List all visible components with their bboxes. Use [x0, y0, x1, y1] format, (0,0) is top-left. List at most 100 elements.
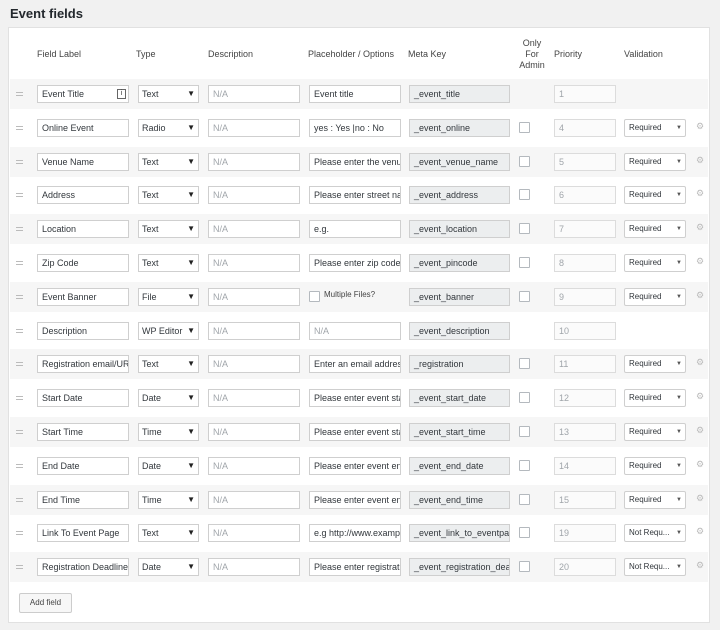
type-select[interactable]: Time ▼: [138, 491, 199, 509]
priority-input[interactable]: 11: [554, 355, 616, 373]
field-label-input[interactable]: Location: [37, 220, 129, 238]
validation-select[interactable]: Not Requ... ▼: [624, 524, 686, 542]
priority-input[interactable]: 8: [554, 254, 616, 272]
priority-input[interactable]: 19: [554, 524, 616, 542]
type-select[interactable]: Text ▼: [138, 524, 199, 542]
type-select[interactable]: Text ▼: [138, 220, 199, 238]
edit-icon[interactable]: i: [117, 89, 126, 99]
description-input[interactable]: N/A: [208, 153, 300, 171]
priority-input[interactable]: 13: [554, 423, 616, 441]
gear-icon[interactable]: ⚙: [696, 357, 704, 368]
priority-input[interactable]: 1: [554, 85, 616, 103]
placeholder-input[interactable]: Please enter registratic: [309, 558, 401, 576]
drag-handle-icon[interactable]: [16, 531, 23, 535]
description-input[interactable]: N/A: [208, 254, 300, 272]
type-select[interactable]: Time ▼: [138, 423, 199, 441]
gear-icon[interactable]: ⚙: [696, 391, 704, 402]
field-label-input[interactable]: End Time: [37, 491, 129, 509]
type-select[interactable]: Date ▼: [138, 389, 199, 407]
placeholder-input[interactable]: Please enter street nan: [309, 186, 401, 204]
placeholder-input[interactable]: e.g http://www.exampl: [309, 524, 401, 542]
drag-handle-icon[interactable]: [16, 261, 23, 265]
placeholder-input[interactable]: yes : Yes |no : No: [309, 119, 401, 137]
field-label-input[interactable]: Venue Name: [37, 153, 129, 171]
field-label-input[interactable]: Registration email/URL: [37, 355, 129, 373]
type-select[interactable]: File ▼: [138, 288, 199, 306]
gear-icon[interactable]: ⚙: [696, 459, 704, 470]
type-select[interactable]: Text ▼: [138, 186, 199, 204]
field-label-input[interactable]: End Date: [37, 457, 129, 475]
description-input[interactable]: N/A: [208, 220, 300, 238]
field-label-input[interactable]: Registration Deadline: [37, 558, 129, 576]
only-for-admin-checkbox[interactable]: [519, 392, 530, 403]
only-for-admin-checkbox[interactable]: [519, 358, 530, 369]
only-for-admin-checkbox[interactable]: [519, 189, 530, 200]
placeholder-input[interactable]: Please enter the venue: [309, 153, 401, 171]
field-label-input[interactable]: Online Event: [37, 119, 129, 137]
only-for-admin-checkbox[interactable]: [519, 527, 530, 538]
field-label-input[interactable]: Zip Code: [37, 254, 129, 272]
type-select[interactable]: Text ▼: [138, 85, 199, 103]
type-select[interactable]: Radio ▼: [138, 119, 199, 137]
description-input[interactable]: N/A: [208, 186, 300, 204]
validation-select[interactable]: Required ▼: [624, 254, 686, 272]
placeholder-input[interactable]: Event title: [309, 85, 401, 103]
validation-select[interactable]: Required ▼: [624, 457, 686, 475]
validation-select[interactable]: Not Requ... ▼: [624, 558, 686, 576]
type-select[interactable]: Date ▼: [138, 558, 199, 576]
drag-handle-icon[interactable]: [16, 126, 23, 130]
placeholder-input[interactable]: Please enter event end: [309, 457, 401, 475]
description-input[interactable]: N/A: [208, 524, 300, 542]
validation-select[interactable]: Required ▼: [624, 423, 686, 441]
placeholder-input[interactable]: e.g.: [309, 220, 401, 238]
validation-select[interactable]: Required ▼: [624, 119, 686, 137]
description-input[interactable]: N/A: [208, 288, 300, 306]
placeholder-input[interactable]: Please enter zip code (: [309, 254, 401, 272]
field-label-input[interactable]: Start Date: [37, 389, 129, 407]
drag-handle-icon[interactable]: [16, 193, 23, 197]
only-for-admin-checkbox[interactable]: [519, 122, 530, 133]
only-for-admin-checkbox[interactable]: [519, 460, 530, 471]
description-input[interactable]: N/A: [208, 119, 300, 137]
gear-icon[interactable]: ⚙: [696, 560, 704, 571]
priority-input[interactable]: 10: [554, 322, 616, 340]
field-label-input[interactable]: Address: [37, 186, 129, 204]
validation-select[interactable]: Required ▼: [624, 389, 686, 407]
description-input[interactable]: N/A: [208, 423, 300, 441]
priority-input[interactable]: 15: [554, 491, 616, 509]
description-input[interactable]: N/A: [208, 558, 300, 576]
gear-icon[interactable]: ⚙: [696, 290, 704, 301]
drag-handle-icon[interactable]: [16, 160, 23, 164]
priority-input[interactable]: 12: [554, 389, 616, 407]
field-label-input[interactable]: Description: [37, 322, 129, 340]
drag-handle-icon[interactable]: [16, 329, 23, 333]
only-for-admin-checkbox[interactable]: [519, 156, 530, 167]
field-label-input[interactable]: Link To Event Page: [37, 524, 129, 542]
multiple-files-checkbox[interactable]: [309, 291, 320, 302]
drag-handle-icon[interactable]: [16, 565, 23, 569]
validation-select[interactable]: Required ▼: [624, 355, 686, 373]
priority-input[interactable]: 14: [554, 457, 616, 475]
field-label-input[interactable]: Event Banner: [37, 288, 129, 306]
description-input[interactable]: N/A: [208, 389, 300, 407]
priority-input[interactable]: 5: [554, 153, 616, 171]
placeholder-input[interactable]: Please enter event end: [309, 491, 401, 509]
validation-select[interactable]: Required ▼: [624, 288, 686, 306]
validation-select[interactable]: Required ▼: [624, 153, 686, 171]
only-for-admin-checkbox[interactable]: [519, 494, 530, 505]
gear-icon[interactable]: ⚙: [696, 222, 704, 233]
only-for-admin-checkbox[interactable]: [519, 257, 530, 268]
only-for-admin-checkbox[interactable]: [519, 426, 530, 437]
description-input[interactable]: N/A: [208, 355, 300, 373]
type-select[interactable]: WP Editor ▼: [138, 322, 199, 340]
description-input[interactable]: N/A: [208, 457, 300, 475]
only-for-admin-checkbox[interactable]: [519, 291, 530, 302]
validation-select[interactable]: Required ▼: [624, 186, 686, 204]
placeholder-input[interactable]: Enter an email address: [309, 355, 401, 373]
placeholder-input[interactable]: Please enter event star: [309, 389, 401, 407]
priority-input[interactable]: 7: [554, 220, 616, 238]
drag-handle-icon[interactable]: [16, 430, 23, 434]
field-label-input[interactable]: Event Title: [37, 85, 129, 103]
gear-icon[interactable]: ⚙: [696, 493, 704, 504]
type-select[interactable]: Date ▼: [138, 457, 199, 475]
